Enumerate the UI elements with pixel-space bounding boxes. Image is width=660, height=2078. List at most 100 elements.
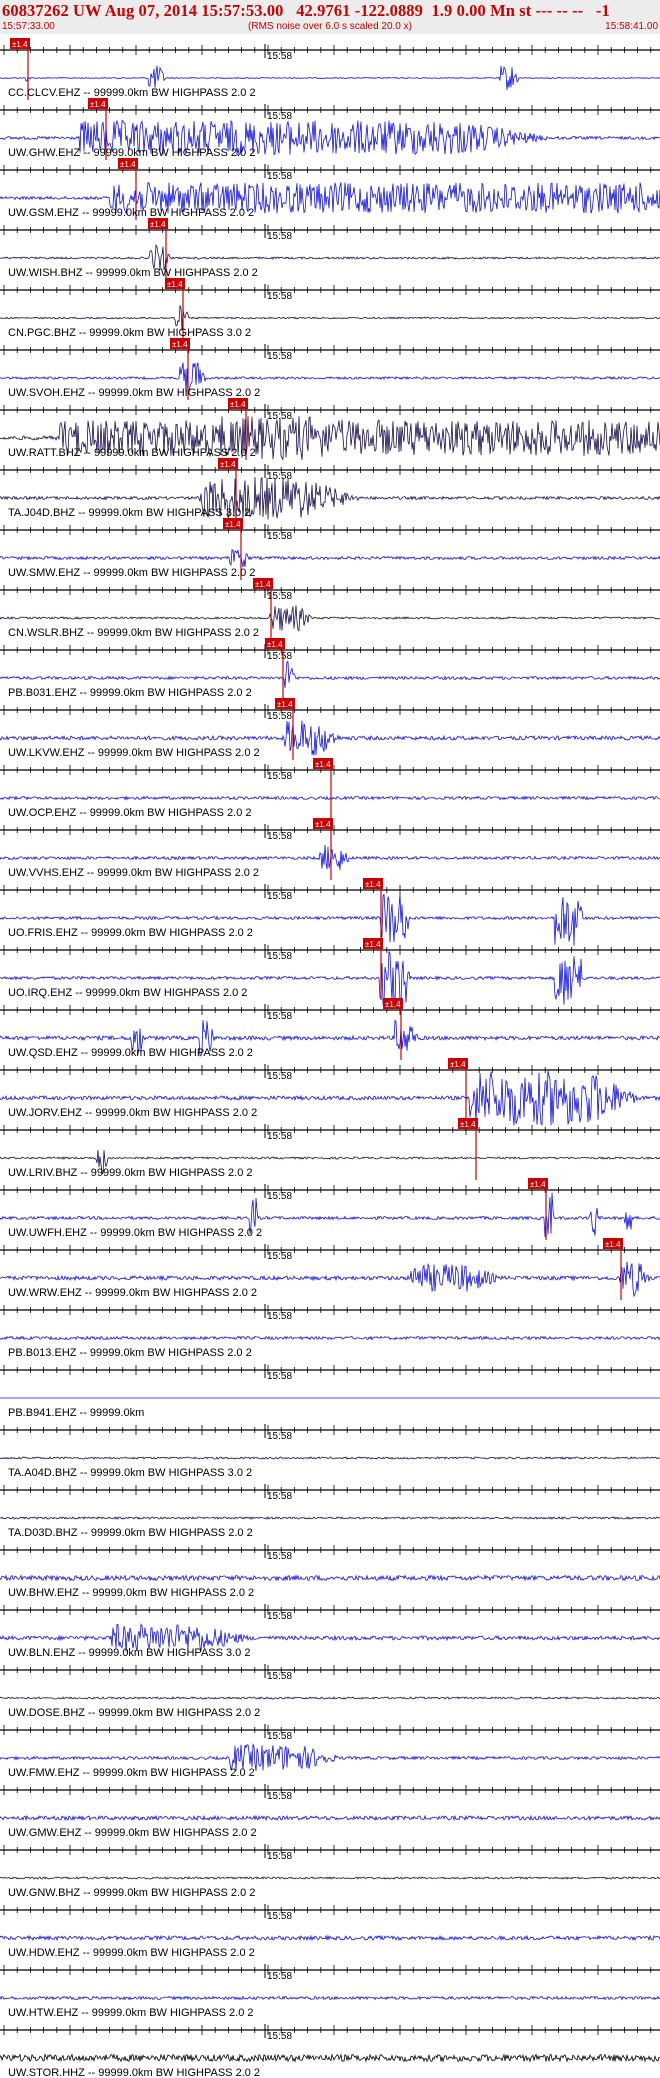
trace-28: 15:58 UW.FMW.EHZ -- 99999.0km BW HIGHPASS… bbox=[0, 1724, 660, 1779]
pick-label: ±1.4 bbox=[267, 640, 283, 649]
minute-label: 15:58 bbox=[267, 1431, 292, 1442]
station-label: UW.GMW.EHZ -- 99999.0km BW HIGHPASS 2.0 … bbox=[8, 1827, 257, 1839]
minute-label: 15:58 bbox=[267, 1011, 292, 1022]
trace-5: 15:58 ±1.4 UW.SVOH.EHZ -- 99999.0km BW HIG… bbox=[0, 338, 660, 400]
trace-21: 15:58 PB.B013.EHZ -- 99999.0km BW HIGHPAS… bbox=[0, 1304, 660, 1359]
minute-label: 15:58 bbox=[267, 291, 292, 302]
pick-label: ±1.4 bbox=[365, 940, 381, 949]
trace-19: 15:58 ±1.4 UW.UWFH.EHZ -- 99999.0km BW HIG… bbox=[0, 1178, 660, 1240]
trace-33: 15:58 UW.STOR.HHZ -- 99999.0km BW HIGHPAS… bbox=[0, 2024, 660, 2078]
trace-6: 15:58±1.4UW.RATT.BHZ -- 99999.0km BW HIG… bbox=[0, 398, 660, 461]
trace-3: 15:58 ±1.4 UW.WISH.BHZ -- 99999.0km BW HIG… bbox=[0, 218, 660, 280]
minute-label: 15:58 bbox=[267, 1551, 292, 1562]
waveform bbox=[0, 1934, 660, 1942]
minute-label: 15:58 bbox=[267, 1611, 292, 1622]
trace-25: 15:58 UW.BHW.EHZ -- 99999.0km BW HIGHPASS… bbox=[0, 1544, 660, 1599]
station-label: CN.WSLR.BHZ -- 99999.0km BW HIGHPASS 2.0… bbox=[8, 627, 259, 639]
station-label: UW.JORV.EHZ -- 99999.0km BW HIGHPASS 2.0… bbox=[8, 1107, 257, 1119]
pick-label: ±1.4 bbox=[225, 520, 241, 529]
station-label: TA.A04D.BHZ -- 99999.0km BW HIGHPASS 3.0… bbox=[8, 1467, 252, 1479]
minute-label: 15:58 bbox=[267, 831, 292, 842]
station-label: UO.FRIS.EHZ -- 99999.0km BW HIGHPASS 2.0… bbox=[8, 927, 253, 939]
trace-12: 15:58 ±1.4 UW.OCP.EHZ -- 99999.0km BW HIGH… bbox=[0, 758, 660, 820]
pick-label: ±1.4 bbox=[450, 1060, 466, 1069]
station-label: CN.PGC.BHZ -- 99999.0km BW HIGHPASS 3.0 … bbox=[8, 327, 251, 339]
waveform bbox=[0, 2053, 660, 2063]
minute-label: 15:58 bbox=[267, 771, 292, 782]
waveform bbox=[0, 1456, 660, 1460]
station-label: UO.IRQ.EHZ -- 99999.0km BW HIGHPASS 2.0 … bbox=[8, 987, 247, 999]
trace-30: 15:58 UW.GNW.BHZ -- 99999.0km BW HIGHPASS… bbox=[0, 1844, 660, 1899]
pick-label: ±1.4 bbox=[255, 580, 271, 589]
station-label: UW.SVOH.EHZ -- 99999.0km BW HIGHPASS 2.0… bbox=[8, 387, 260, 399]
minute-label: 15:58 bbox=[267, 51, 292, 62]
minute-label: 15:58 bbox=[267, 1851, 292, 1862]
station-label: UW.SMW.EHZ -- 99999.0km BW HIGHPASS 2.0 … bbox=[8, 567, 255, 579]
station-label: PB.B013.EHZ -- 99999.0km BW HIGHPASS 2.0… bbox=[8, 1347, 252, 1359]
waveform bbox=[0, 1876, 660, 1880]
station-label: TA.J04D.BHZ -- 99999.0km BW HIGHPASS 3.0… bbox=[8, 507, 250, 519]
station-label: UW.WRW.EHZ -- 99999.0km BW HIGHPASS 2.0 … bbox=[8, 1287, 257, 1299]
minute-label: 15:58 bbox=[267, 111, 292, 122]
pick-label: ±1.4 bbox=[172, 340, 188, 349]
minute-label: 15:58 bbox=[267, 891, 292, 902]
seismogram-stack: 15:58±1.4CC.CLCV.EHZ -- 99999.0km BW HIG… bbox=[0, 38, 660, 2078]
pick-label: ±1.4 bbox=[385, 1000, 401, 1009]
station-label: UW.HTW.EHZ -- 99999.0km BW HIGHPASS 2.0 … bbox=[8, 2007, 254, 2019]
trace-0: 15:58 ±1.4 CC.CLCV.EHZ -- 99999.0km BW HIG… bbox=[0, 38, 660, 100]
trace-16: 15:58 ±1.4 UW.QSD.EHZ -- 99999.0km BW HIGH… bbox=[0, 998, 660, 1060]
station-label: TA.D03D.BHZ -- 99999.0km BW HIGHPASS 2.0… bbox=[8, 1527, 253, 1539]
trace-9: 15:58±1.4CN.WSLR.BHZ -- 99999.0km BW HIG… bbox=[0, 578, 660, 640]
trace-20: 15:58 ±1.4 UW.WRW.EHZ -- 99999.0km BW HIGH… bbox=[0, 1238, 660, 1300]
station-label: UW.QSD.EHZ -- 99999.0km BW HIGHPASS 2.0 … bbox=[8, 1047, 253, 1059]
station-label: UW.GNW.BHZ -- 99999.0km BW HIGHPASS 2.0 … bbox=[8, 1887, 255, 1899]
waveform bbox=[0, 1516, 660, 1520]
pick-label: ±1.4 bbox=[167, 280, 183, 289]
pick-label: ±1.4 bbox=[315, 760, 331, 769]
pick-label: ±1.4 bbox=[365, 880, 381, 889]
trace-13: 15:58 ±1.4 UW.VVHS.EHZ -- 99999.0km BW HIG… bbox=[0, 818, 660, 880]
minute-label: 15:58 bbox=[267, 951, 292, 962]
trace-22: 15:58 PB.B941.EHZ -- 99999.0km bbox=[0, 1364, 660, 1419]
trace-1: 15:58 ±1.4 UW.GHW.EHZ -- 99999.0km BW HIGH… bbox=[0, 98, 660, 160]
minute-label: 15:58 bbox=[267, 2031, 292, 2042]
station-label: UW.DOSE.BHZ -- 99999.0km BW HIGHPASS 2.0… bbox=[8, 1707, 260, 1719]
station-label: UW.WISH.BHZ -- 99999.0km BW HIGHPASS 2.0… bbox=[8, 267, 258, 279]
station-label: UW.GHW.EHZ -- 99999.0km BW HIGHPASS 2.0 … bbox=[8, 147, 255, 159]
station-label: UW.GSM.EHZ -- 99999.0km BW HIGHPASS 2.0 … bbox=[8, 207, 254, 219]
trace-2: 15:58 ±1.4 UW.GSM.EHZ -- 99999.0km BW HIGH… bbox=[0, 158, 660, 220]
minute-label: 15:58 bbox=[267, 471, 292, 482]
waveform bbox=[0, 548, 660, 567]
minute-label: 15:58 bbox=[267, 351, 292, 362]
trace-11: 15:58 ±1.4 UW.LKVW.EHZ -- 99999.0km BW HIG… bbox=[0, 698, 660, 760]
trace-23: 15:58 TA.A04D.BHZ -- 99999.0km BW HIGHPAS… bbox=[0, 1424, 660, 1479]
station-label: UW.HDW.EHZ -- 99999.0km BW HIGHPASS 2.0 … bbox=[8, 1947, 255, 1959]
minute-label: 15:58 bbox=[267, 1971, 292, 1982]
waveform bbox=[0, 795, 660, 801]
pick-label: ±1.4 bbox=[90, 100, 106, 109]
trace-10: 15:58 ±1.4 PB.B031.EHZ -- 99999.0km BW HIG… bbox=[0, 638, 660, 700]
trace-15: 15:58 ±1.4 UO.IRQ.EHZ -- 99999.0km BW HIGH… bbox=[0, 938, 660, 1006]
station-label: UW.VVHS.EHZ -- 99999.0km BW HIGHPASS 2.0… bbox=[8, 867, 259, 879]
trace-27: 15:58 UW.DOSE.BHZ -- 99999.0km BW HIGHPAS… bbox=[0, 1664, 660, 1719]
station-label: PB.B941.EHZ -- 99999.0km bbox=[8, 1407, 144, 1419]
minute-label: 15:58 bbox=[267, 171, 292, 182]
trace-7: 15:58 ±1.4 TA.J04D.BHZ -- 99999.0km BW HIG… bbox=[0, 458, 660, 520]
trace-17: 15:58 ±1.4 UW.JORV.EHZ -- 99999.0km BW HIG… bbox=[0, 1058, 660, 1126]
minute-label: 15:58 bbox=[267, 1191, 292, 1202]
minute-label: 15:58 bbox=[267, 1731, 292, 1742]
pick-label: ±1.4 bbox=[220, 460, 236, 469]
trace-4: 15:58 ±1.4 CN.PGC.BHZ -- 99999.0km BW HIGH… bbox=[0, 278, 660, 340]
station-label: UW.BLN.EHZ -- 99999.0km BW HIGHPASS 3.0 … bbox=[8, 1647, 250, 1659]
pick-label: ±1.4 bbox=[230, 400, 246, 409]
trace-31: 15:58 UW.HDW.EHZ -- 99999.0km BW HIGHPASS… bbox=[0, 1904, 660, 1959]
minute-label: 15:58 bbox=[267, 1131, 292, 1142]
trace-32: 15:58 UW.HTW.EHZ -- 99999.0km BW HIGHPASS… bbox=[0, 1964, 660, 2019]
station-label: CC.CLCV.EHZ -- 99999.0km BW HIGHPASS 2.0… bbox=[8, 87, 256, 99]
waveform bbox=[0, 1335, 660, 1341]
minute-label: 15:58 bbox=[267, 711, 292, 722]
trace-18: 15:58 ±1.4 UW.LRIV.BHZ -- 99999.0km BW HIG… bbox=[0, 1118, 660, 1180]
pick-label: ±1.4 bbox=[150, 220, 166, 229]
minute-label: 15:58 bbox=[267, 1491, 292, 1502]
trace-24: 15:58 TA.D03D.BHZ -- 99999.0km BW HIGHPAS… bbox=[0, 1484, 660, 1539]
